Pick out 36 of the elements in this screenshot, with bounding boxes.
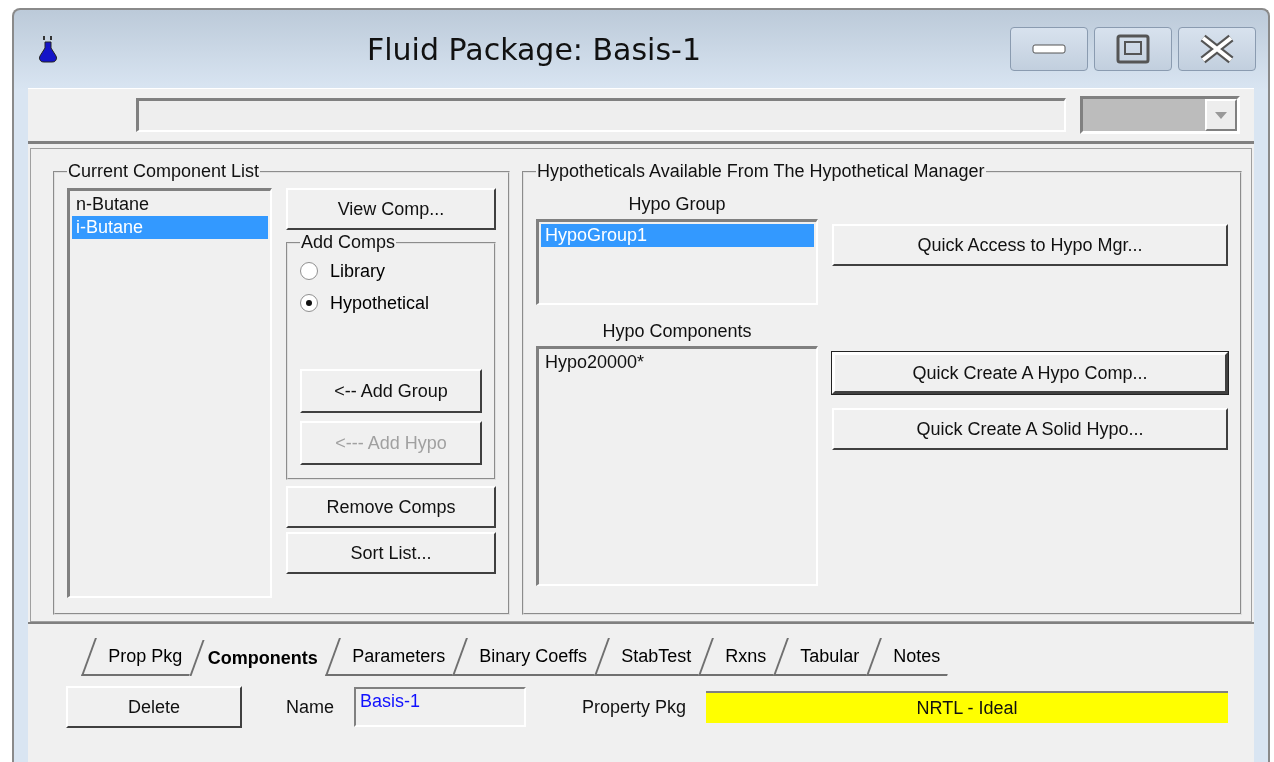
list-item[interactable]: n-Butane	[72, 193, 268, 216]
add-button[interactable]: <-- Add Group	[300, 369, 482, 413]
close-icon	[1199, 34, 1235, 64]
view-comp-button[interactable]: View Comp...	[286, 188, 496, 230]
component-list[interactable]: n-Butane i-Butane	[67, 188, 272, 598]
list-action-button[interactable]: Remove Comps	[286, 486, 496, 528]
list-item[interactable]: Hypo20000*	[541, 351, 814, 374]
list-action-button[interactable]: Sort List...	[286, 532, 496, 574]
quick-button[interactable]: Quick Create A Hypo Comp...	[832, 352, 1228, 394]
radio-option[interactable]: Library	[300, 255, 482, 287]
group-title: Add Comps	[300, 232, 397, 253]
property-pkg-field[interactable]: NRTL - Ideal	[706, 691, 1228, 723]
radio-button[interactable]	[300, 294, 318, 312]
minimize-button[interactable]	[1010, 27, 1088, 71]
text-field[interactable]	[136, 98, 1066, 132]
quick-button[interactable]: Quick Create A Solid Hypo...	[832, 408, 1228, 450]
dropdown[interactable]	[1080, 96, 1240, 134]
flask-icon	[38, 34, 58, 64]
maximize-icon	[1116, 34, 1150, 64]
maximize-button[interactable]	[1094, 27, 1172, 71]
dropdown-arrow-icon	[1215, 111, 1227, 119]
minimize-icon	[1032, 44, 1066, 54]
list-caption: Hypo Group	[627, 194, 727, 215]
group-title: Current Component List	[67, 161, 261, 182]
list-caption: Hypo Components	[601, 321, 753, 342]
radio-button[interactable]	[300, 262, 318, 280]
hypo-components-list[interactable]: Hypo20000*	[536, 346, 818, 586]
window-title: Fluid Package: Basis-1	[366, 31, 702, 67]
delete-button[interactable]: Delete	[66, 686, 242, 728]
group-title: Hypotheticals Available From The Hypothetical Manager	[536, 161, 986, 182]
quick-button[interactable]: Quick Access to Hypo Mgr...	[832, 224, 1228, 266]
close-button[interactable]	[1178, 27, 1256, 71]
radio-option[interactable]: Hypothetical	[300, 287, 482, 319]
property-pkg-label: Property Pkg	[582, 696, 687, 718]
name-label: Name	[286, 696, 334, 718]
name-field[interactable]: Basis-1	[354, 687, 526, 727]
